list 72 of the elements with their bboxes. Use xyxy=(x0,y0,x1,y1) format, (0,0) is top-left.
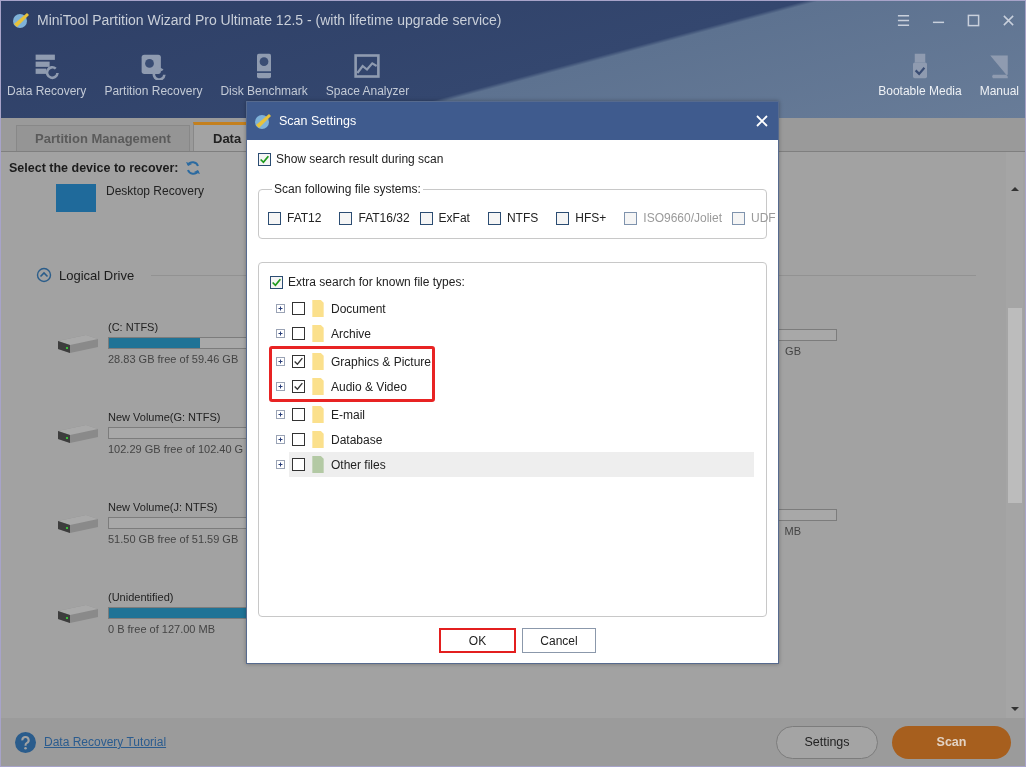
drive-name: New Volume(J: NTFS) xyxy=(108,501,218,513)
file-type-item[interactable]: Other files xyxy=(289,452,754,477)
dialog-title: Scan Settings xyxy=(279,114,357,128)
disk-icon xyxy=(139,52,168,80)
checkbox[interactable] xyxy=(339,211,353,225)
checkbox[interactable] xyxy=(292,302,305,315)
expand-icon[interactable] xyxy=(275,303,286,314)
checkbox[interactable] xyxy=(268,211,281,225)
free-space-text: 0 B free of 127.00 MB xyxy=(108,623,215,635)
free-space-text: GB xyxy=(785,345,802,357)
file-type-item[interactable]: Archive xyxy=(289,321,754,346)
window-title: MiniTool Partition Wizard Pro Ultimate 12.5 - (with lifetime upgrade service) xyxy=(37,12,502,28)
help-icon[interactable] xyxy=(15,731,36,753)
checkbox-label[interactable]: FAT12 xyxy=(287,211,322,225)
device-prompt: Select the device to recover: xyxy=(9,161,179,175)
toolbar-item[interactable]: Partition Recovery xyxy=(102,39,205,98)
checkbox-label[interactable]: HFS+ xyxy=(575,211,607,225)
app-logo-icon xyxy=(11,10,31,30)
app-logo-icon xyxy=(253,111,273,131)
drive-name: (C: NTFS) xyxy=(108,321,159,333)
expand-icon[interactable] xyxy=(275,409,286,420)
checkbox-label[interactable]: FAT16/32 xyxy=(358,211,410,225)
checkbox[interactable] xyxy=(258,152,271,166)
monitor-icon xyxy=(56,184,96,212)
checkbox[interactable] xyxy=(487,211,501,225)
checkbox[interactable] xyxy=(419,211,433,225)
checkbox-label[interactable]: Extra search for known file types: xyxy=(288,275,465,289)
free-space-text: MB xyxy=(784,525,802,537)
toolbar-item[interactable]: Data Recovery xyxy=(5,39,89,98)
free-space-text: 51.50 GB free of 51.59 GB xyxy=(108,533,239,545)
checkbox-label[interactable]: Show search result during scan xyxy=(276,152,444,166)
toolbar-item[interactable]: Bootable Media xyxy=(876,39,964,98)
close-icon[interactable] xyxy=(1002,13,1015,27)
drive-name: (Unidentified) xyxy=(108,591,174,603)
expand-icon[interactable] xyxy=(275,356,286,367)
checkbox[interactable] xyxy=(292,380,305,393)
checkbox[interactable] xyxy=(292,327,305,340)
checkbox[interactable] xyxy=(556,211,570,225)
scroll-down-icon[interactable] xyxy=(1010,706,1019,712)
drive-name: New Volume(G: NTFS) xyxy=(108,411,221,423)
file-type-item[interactable]: Database xyxy=(289,427,754,452)
expand-icon[interactable] xyxy=(275,328,286,339)
expand-icon[interactable] xyxy=(275,434,286,445)
cancel-button[interactable]: Cancel xyxy=(522,628,596,653)
scroll-up-icon[interactable] xyxy=(1010,186,1019,192)
toolbar-item[interactable]: Disk Benchmark xyxy=(218,39,310,98)
file-type-item[interactable]: Audio & Video xyxy=(289,374,432,399)
free-space-text: 102.29 GB free of 102.40 G xyxy=(108,443,244,455)
settings-button[interactable]: Settings xyxy=(776,725,878,759)
chart-icon xyxy=(353,52,382,80)
ok-button[interactable]: OK xyxy=(439,628,516,653)
checkbox[interactable] xyxy=(292,355,305,368)
menu-icon[interactable] xyxy=(897,13,910,27)
expand-icon[interactable] xyxy=(275,381,286,392)
checkbox-label[interactable]: ExFat xyxy=(438,211,470,225)
collapse-icon[interactable] xyxy=(36,267,52,283)
checkbox[interactable] xyxy=(292,433,305,446)
maximize-icon[interactable] xyxy=(967,13,980,27)
toolbar-item[interactable]: Space Analyzer xyxy=(323,39,412,98)
expand-icon[interactable] xyxy=(275,459,286,470)
checkbox[interactable] xyxy=(270,275,283,289)
toolbar-item[interactable]: Manual xyxy=(977,39,1021,98)
desktop-recovery-item[interactable]: Desktop Recovery xyxy=(56,184,216,212)
checkbox[interactable] xyxy=(292,408,305,421)
checkbox[interactable] xyxy=(292,458,305,471)
file-type-item[interactable]: Graphics & Picture xyxy=(289,349,432,374)
group-title: Scan following file systems: xyxy=(272,182,423,196)
free-space-text: 28.83 GB free of 59.46 GB xyxy=(108,353,239,365)
file-type-item[interactable]: Document xyxy=(289,296,754,321)
section-title: Logical Drive xyxy=(59,267,135,283)
checkbox-label[interactable]: NTFS xyxy=(506,211,539,225)
file-type-item[interactable]: E-mail xyxy=(289,402,754,427)
